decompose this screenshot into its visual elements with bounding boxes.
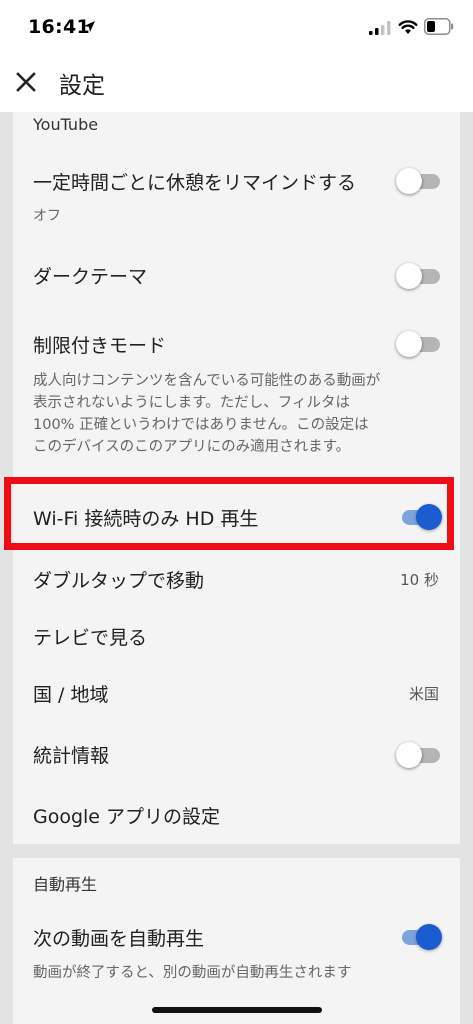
settings-screen: 16:41 設定 YouTube 一定時間ごとに休憩をリマインドする オフ ダー… [0,0,473,1024]
autoplay-next-toggle[interactable] [396,924,442,950]
setting-double-tap-seek-label: ダブルタップで移動 [33,570,205,592]
autoplay-settings-card: 自動再生 次の動画を自動再生 動画が終了すると、別の動画が自動再生されます [13,858,460,1024]
close-button[interactable] [10,66,42,98]
setting-location-label: 国 / 地域 [33,684,109,706]
setting-dark-theme-label: ダークテーマ [33,266,148,288]
home-indicator[interactable] [152,1007,322,1013]
close-icon [16,72,36,92]
highlight-box [4,477,454,550]
setting-remind-break-status: オフ [33,208,61,224]
setting-location-value: 米国 [408,685,439,703]
page-title: 設定 [59,73,105,99]
location-arrow-icon [84,21,95,32]
remind-break-toggle[interactable] [396,168,442,194]
stats-for-nerds-toggle[interactable] [396,742,442,768]
wifi-icon [398,20,418,34]
setting-restricted-mode-label: 制限付きモード [33,335,167,357]
section-header-youtube: YouTube [33,115,99,134]
setting-autoplay-next-description: 動画が終了すると、別の動画が自動再生されます [33,965,352,981]
setting-watch-on-tv-label: テレビで見る [33,627,148,649]
section-header-autoplay: 自動再生 [33,875,98,894]
status-time: 16:41 [28,16,90,38]
restricted-mode-toggle[interactable] [396,331,442,357]
setting-double-tap-seek-value: 10 秒 [400,571,439,589]
setting-google-app-settings-label: Google アプリの設定 [33,806,221,828]
setting-autoplay-next-label: 次の動画を自動再生 [33,928,205,950]
setting-stats-for-nerds-label: 統計情報 [33,745,110,767]
battery-icon [424,18,454,35]
setting-restricted-mode-description: 成人向けコンテンツを含んでいる可能性のある動画が表示されないようにします。ただし… [33,373,381,455]
app-bar: 設定 [0,52,473,112]
setting-remind-break-label: 一定時間ごとに休憩をリマインドする [33,172,357,194]
cellular-signal-icon [369,21,391,35]
status-bar: 16:41 [0,0,473,52]
dark-theme-toggle[interactable] [396,263,442,289]
